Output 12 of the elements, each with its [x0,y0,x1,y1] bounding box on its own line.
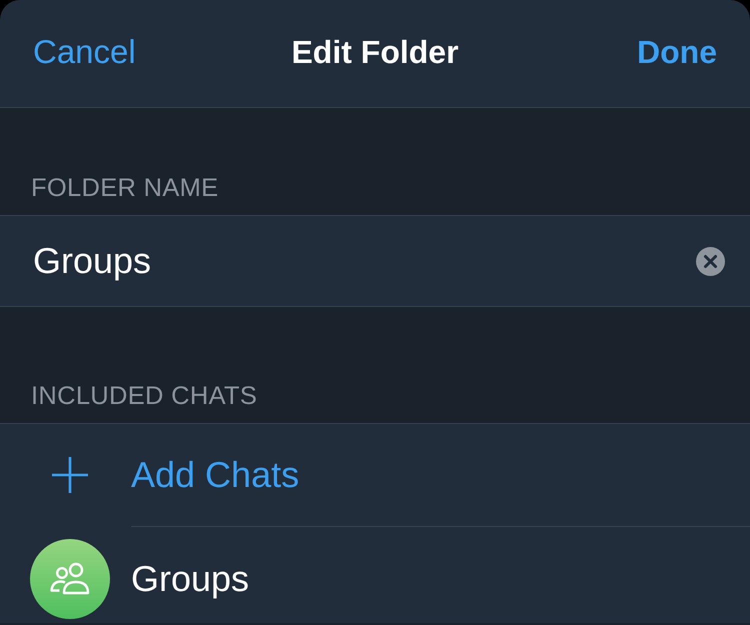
plus-icon [52,457,88,493]
done-button[interactable]: Done [637,32,717,72]
add-chats-button[interactable]: Add Chats [0,424,750,526]
section-header: FOLDER NAME [31,173,218,203]
screen-title: Edit Folder [291,33,459,72]
cancel-button[interactable]: Cancel [33,32,136,72]
clear-icon[interactable] [696,246,725,276]
name-input[interactable]: Groups [33,239,686,283]
section-header: INCLUDED CHATS [31,381,258,411]
folder-name-field[interactable]: Groups [0,215,750,307]
group-avatar-icon [30,539,110,619]
chat-name: Groups [131,557,250,601]
